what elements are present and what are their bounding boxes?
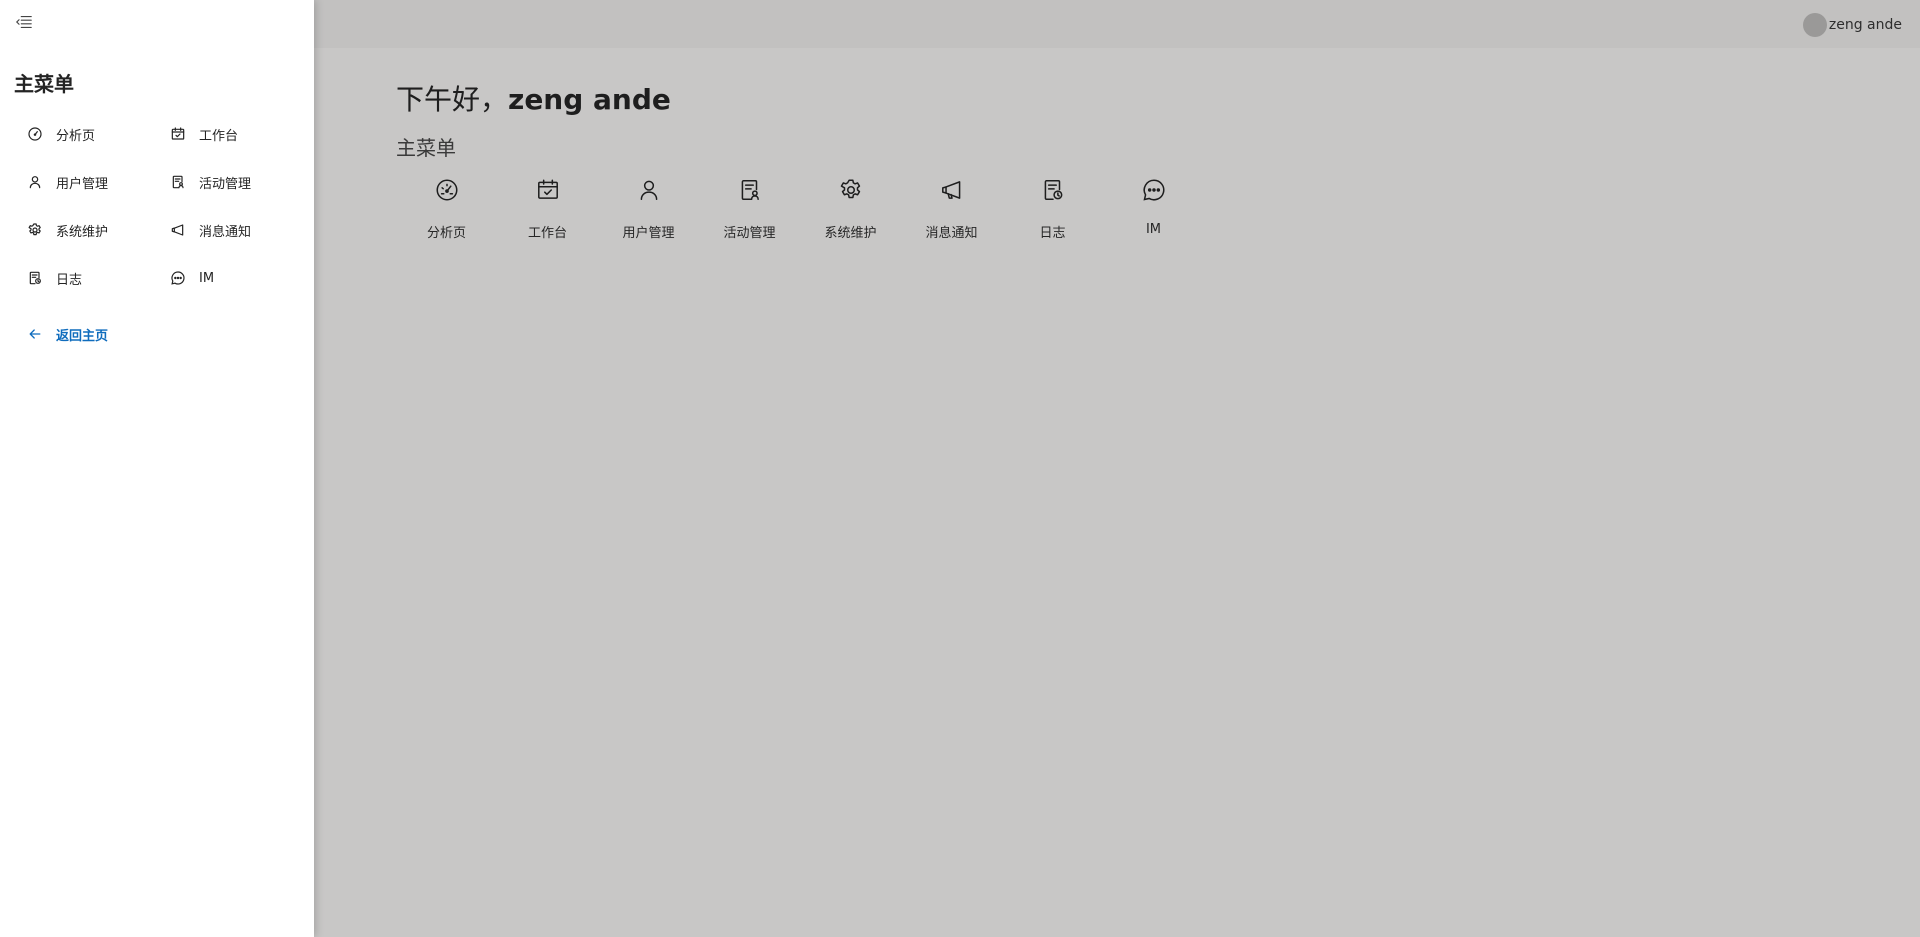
drawer-item-label: 消息通知	[199, 224, 252, 240]
tile-label: IM	[1145, 222, 1162, 237]
drawer-item-label: 日志	[56, 272, 83, 288]
main-content: 下午好，zeng ande 主菜单 分析页 工作台 用户管理 活动管理 系统维护…	[396, 80, 1204, 258]
menu-tiles: 分析页 工作台 用户管理 活动管理 系统维护 消息通知 日志 IM	[396, 172, 1204, 258]
drawer-item-analysis[interactable]: 分析页	[26, 118, 169, 150]
drawer-item-label: 活动管理	[199, 176, 252, 192]
section-title: 主菜单	[396, 136, 456, 160]
drawer-item-label: 用户管理	[56, 176, 109, 192]
tile-system-maintenance[interactable]: 系统维护	[800, 172, 901, 258]
tile-label: 工作台	[527, 226, 567, 241]
tile-label: 消息通知	[925, 226, 978, 241]
drawer-title: 主菜单	[14, 72, 74, 96]
drawer-item-notifications[interactable]: 消息通知	[169, 214, 312, 246]
tile-activity-management[interactable]: 活动管理	[699, 172, 800, 258]
back-to-home-label: 返回主页	[56, 328, 109, 344]
collapse-menu-icon	[15, 13, 33, 35]
tile-label: 日志	[1039, 226, 1066, 241]
drawer-item-im[interactable]: IM	[169, 262, 312, 294]
drawer-item-logs[interactable]: 日志	[26, 262, 169, 294]
drawer-item-workbench[interactable]: 工作台	[169, 118, 312, 150]
user-menu[interactable]: zeng ande	[1802, 13, 1920, 37]
drawer-item-user-management[interactable]: 用户管理	[26, 166, 169, 198]
calendar-check-icon	[169, 125, 187, 143]
person-icon	[635, 176, 663, 204]
tile-label: 用户管理	[622, 226, 675, 241]
gear-icon	[837, 176, 865, 204]
document-clock-icon	[1039, 176, 1067, 204]
tile-workbench[interactable]: 工作台	[497, 172, 598, 258]
calendar-check-icon	[534, 176, 562, 204]
tile-notifications[interactable]: 消息通知	[901, 172, 1002, 258]
drawer-item-label: 分析页	[56, 128, 96, 144]
tile-im[interactable]: IM	[1103, 172, 1204, 258]
tile-analysis[interactable]: 分析页	[396, 172, 497, 258]
drawer-item-activity-management[interactable]: 活动管理	[169, 166, 312, 198]
gear-icon	[26, 221, 44, 239]
drawer-item-label: 工作台	[199, 128, 239, 144]
megaphone-icon	[169, 221, 187, 239]
megaphone-icon	[938, 176, 966, 204]
chat-icon	[169, 269, 187, 287]
collapse-menu-button[interactable]	[12, 12, 36, 36]
user-name: zeng ande	[1828, 17, 1902, 33]
document-person-icon	[736, 176, 764, 204]
chat-icon	[1140, 176, 1168, 204]
navigation-drawer: 主菜单 分析页 工作台 用户管理 活动管理 系统维护 消息通知 日志 IM 返回…	[0, 0, 314, 937]
gauge-icon	[26, 125, 44, 143]
tile-label: 系统维护	[824, 226, 877, 241]
avatar[interactable]	[1802, 13, 1827, 37]
drawer-menu: 分析页 工作台 用户管理 活动管理 系统维护 消息通知 日志 IM	[26, 118, 312, 310]
greeting-user-name: zeng ande	[508, 83, 671, 116]
page-title: 下午好，zeng ande	[396, 80, 1204, 120]
tile-label: 活动管理	[723, 226, 776, 241]
document-clock-icon	[26, 269, 44, 287]
document-person-icon	[169, 173, 187, 191]
tile-logs[interactable]: 日志	[1002, 172, 1103, 258]
greeting-prefix: 下午好，	[396, 83, 509, 116]
drawer-item-label: 系统维护	[56, 224, 109, 240]
drawer-item-system-maintenance[interactable]: 系统维护	[26, 214, 169, 246]
gauge-icon	[433, 176, 461, 204]
arrow-left-icon	[26, 325, 44, 343]
person-icon	[26, 173, 44, 191]
back-to-home-link[interactable]: 返回主页	[26, 322, 108, 346]
tile-label: 分析页	[426, 226, 466, 241]
tile-user-management[interactable]: 用户管理	[598, 172, 699, 258]
drawer-item-label: IM	[199, 270, 215, 286]
